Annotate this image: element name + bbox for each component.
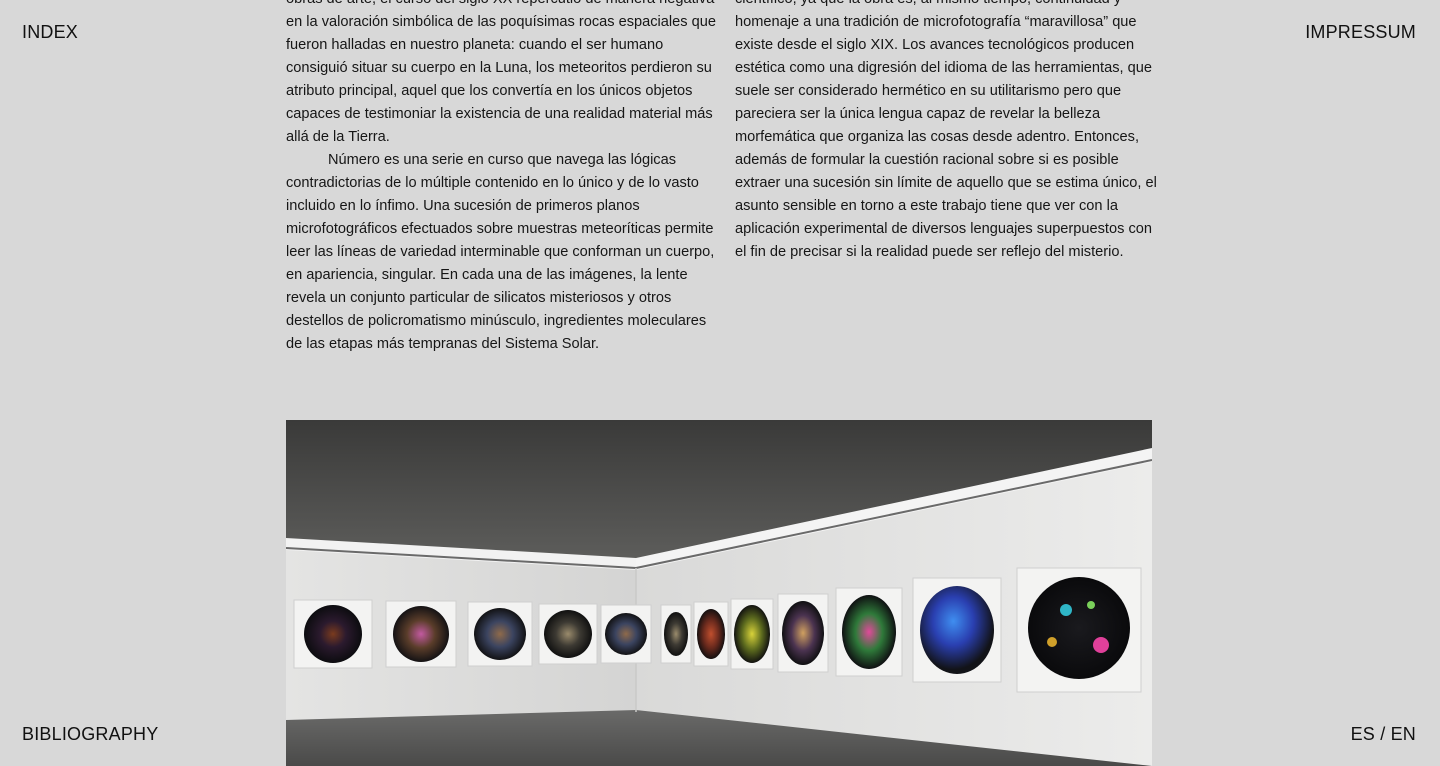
gallery-room-image <box>286 420 1152 766</box>
nav-bibliography-link[interactable]: BIBLIOGRAPHY <box>22 724 158 745</box>
exhibition-photo <box>286 420 1152 766</box>
language-switch-link[interactable]: ES / EN <box>1351 724 1416 745</box>
nav-impressum-link[interactable]: IMPRESSUM <box>1305 22 1416 43</box>
paragraph: obras de arte, el curso del siglo XX rep… <box>286 0 716 145</box>
paragraph: científico, ya que la obra es, al mismo … <box>735 0 1157 260</box>
nav-index-link[interactable]: INDEX <box>22 22 78 43</box>
text-column-left: obras de arte, el curso del siglo XX rep… <box>286 0 724 356</box>
paragraph: Número es una serie en curso que navega … <box>286 152 715 352</box>
text-column-right: científico, ya que la obra es, al mismo … <box>735 0 1167 264</box>
